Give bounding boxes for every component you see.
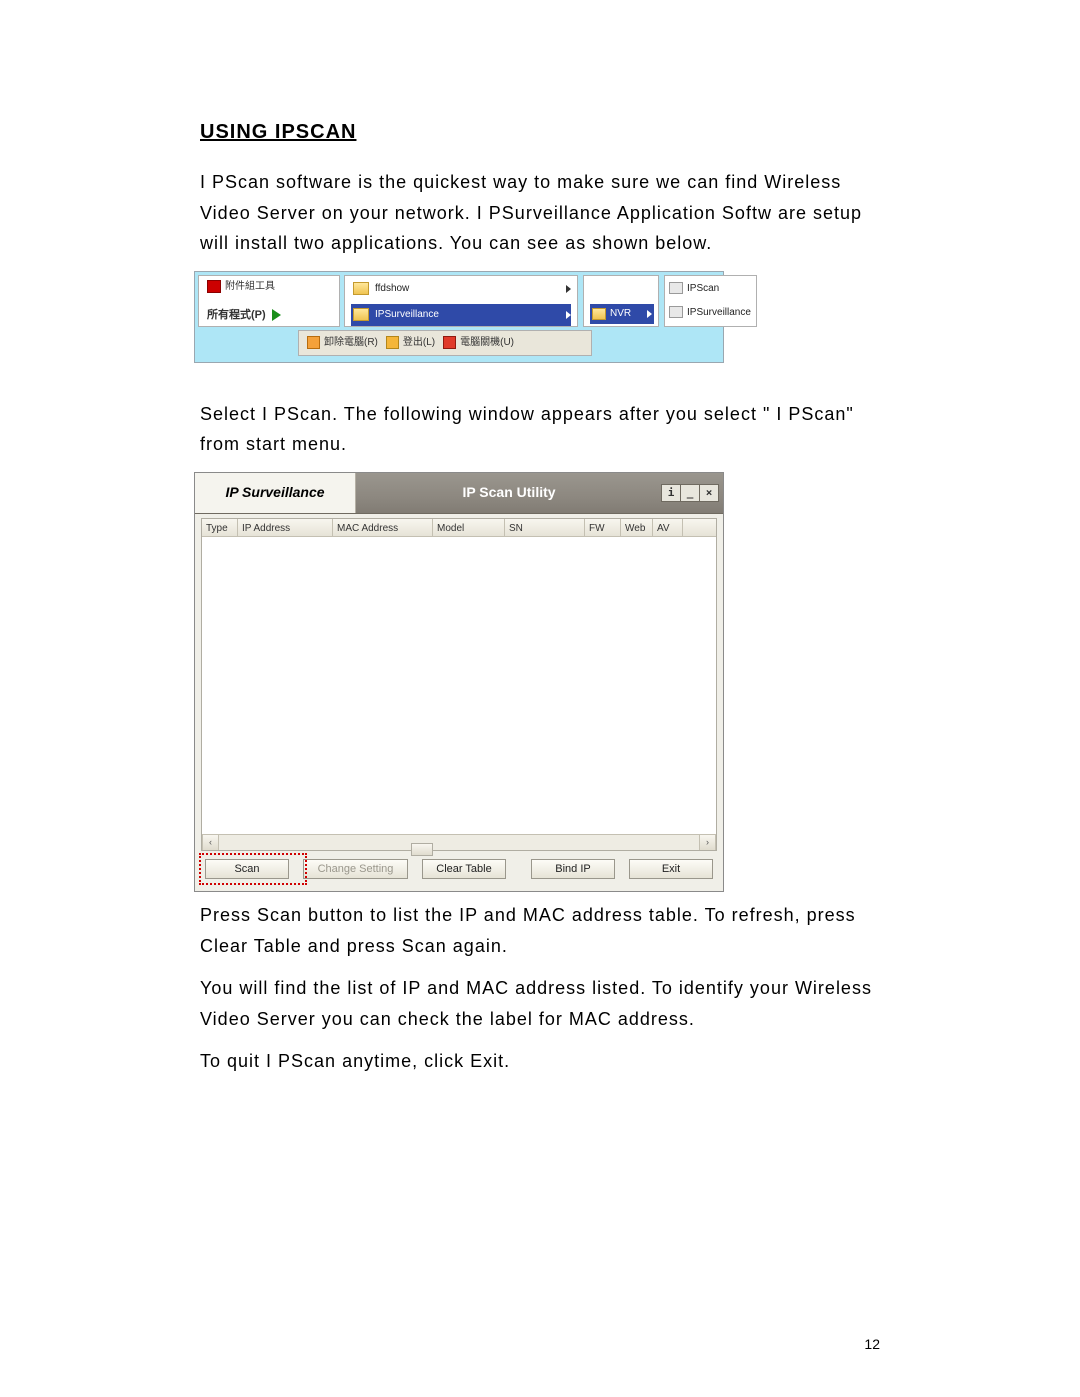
menu-label: NVR [610,305,631,322]
folder-icon [353,282,369,295]
horizontal-scrollbar[interactable]: ‹ › [202,834,716,850]
paragraph-find-list: You will find the list of IP and MAC add… [200,973,890,1034]
info-button[interactable]: i [661,484,681,502]
document-page: USING IPSCAN I PScan software is the qui… [0,0,1080,1397]
paragraph-exit: To quit I PScan anytime, click Exit. [200,1046,890,1077]
key-icon [386,336,399,349]
scroll-left-button[interactable]: ‹ [202,835,219,850]
scan-button[interactable]: Scan [205,859,289,879]
undock-icon [307,336,320,349]
shutdown-label: 電腦關機(U) [460,334,514,351]
play-icon [272,309,281,321]
menu-item-ipsurveillance-app[interactable]: IPSurveillance [669,304,753,321]
col-fw[interactable]: FW [585,519,621,536]
menu-label: IPSurveillance [687,304,751,321]
results-table: Type IP Address MAC Address Model SN FW … [201,518,717,851]
submenu-arrow-icon [566,311,571,319]
col-model[interactable]: Model [433,519,505,536]
logoff-button[interactable]: 登出(L) [386,334,435,351]
exit-button[interactable]: Exit [629,859,713,879]
startmenu-programs-column: ffdshow IPSurveillance [344,275,578,327]
menu-item-ffdshow[interactable]: ffdshow [351,278,571,300]
submenu-arrow-icon [647,310,652,318]
startmenu-apps-column: IPScan IPSurveillance [664,275,757,327]
section-heading: USING IPSCAN [200,115,890,149]
paragraph-select: Select I PScan. The following window app… [200,399,890,460]
menu-label: ffdshow [375,280,409,297]
paragraph-press-scan: Press Scan button to list the IP and MAC… [200,900,890,961]
undock-label: 卸除電腦(R) [324,334,378,351]
tools-label: 附件組工具 [225,278,275,295]
menu-item-nvr[interactable]: NVR [590,304,654,324]
paragraph-intro: I PScan software is the quickest way to … [200,167,890,259]
scroll-thumb[interactable] [411,843,433,856]
change-setting-button: Change Setting [303,859,408,879]
tools-icon [207,280,221,293]
ipscan-window: IP Surveillance IP Scan Utility i _ × Ty… [194,472,724,892]
table-header: Type IP Address MAC Address Model SN FW … [202,519,716,537]
app-icon [669,282,683,294]
page-number: 12 [864,1333,880,1357]
col-sn[interactable]: SN [505,519,585,536]
startmenu-nvr-column: NVR [583,275,659,327]
minimize-button[interactable]: _ [680,484,700,502]
shutdown-button[interactable]: 電腦關機(U) [443,334,514,351]
menu-label: IPSurveillance [375,306,439,323]
col-web[interactable]: Web [621,519,653,536]
logoff-label: 登出(L) [403,334,435,351]
folder-icon [592,308,606,320]
app-icon [669,306,683,318]
titlebar-title: IP Scan Utility [356,481,662,505]
clear-table-button[interactable]: Clear Table [422,859,506,879]
window-controls: i _ × [662,484,719,502]
close-button[interactable]: × [699,484,719,502]
power-icon [443,336,456,349]
all-programs-label: 所有程式(P) [207,306,266,325]
titlebar: IP Surveillance IP Scan Utility i _ × [195,473,723,514]
col-av[interactable]: AV [653,519,683,536]
menu-item-ipsurveillance[interactable]: IPSurveillance [351,304,571,326]
startmenu-screenshot: 附件組工具 所有程式(P) ffdshow IPSurveillance [194,271,724,363]
button-row: Scan Change Setting Clear Table Bind IP … [195,851,723,879]
col-type[interactable]: Type [202,519,238,536]
menu-item-ipscan[interactable]: IPScan [669,280,753,297]
startmenu-power-row: 卸除電腦(R) 登出(L) 電腦關機(U) [298,330,592,356]
bind-ip-button[interactable]: Bind IP [531,859,615,879]
titlebar-brand: IP Surveillance [195,473,356,513]
scroll-right-button[interactable]: › [699,835,716,850]
col-mac[interactable]: MAC Address [333,519,433,536]
startmenu-left-column: 附件組工具 所有程式(P) [198,275,340,327]
col-ip[interactable]: IP Address [238,519,333,536]
spacer [200,363,890,399]
folder-icon [353,308,369,321]
startmenu-tools-item[interactable]: 附件組工具 [207,278,275,295]
undock-button[interactable]: 卸除電腦(R) [307,334,378,351]
spacer [200,892,890,900]
menu-label: IPScan [687,280,719,297]
submenu-arrow-icon [566,285,571,293]
all-programs-item[interactable]: 所有程式(P) [207,306,281,325]
